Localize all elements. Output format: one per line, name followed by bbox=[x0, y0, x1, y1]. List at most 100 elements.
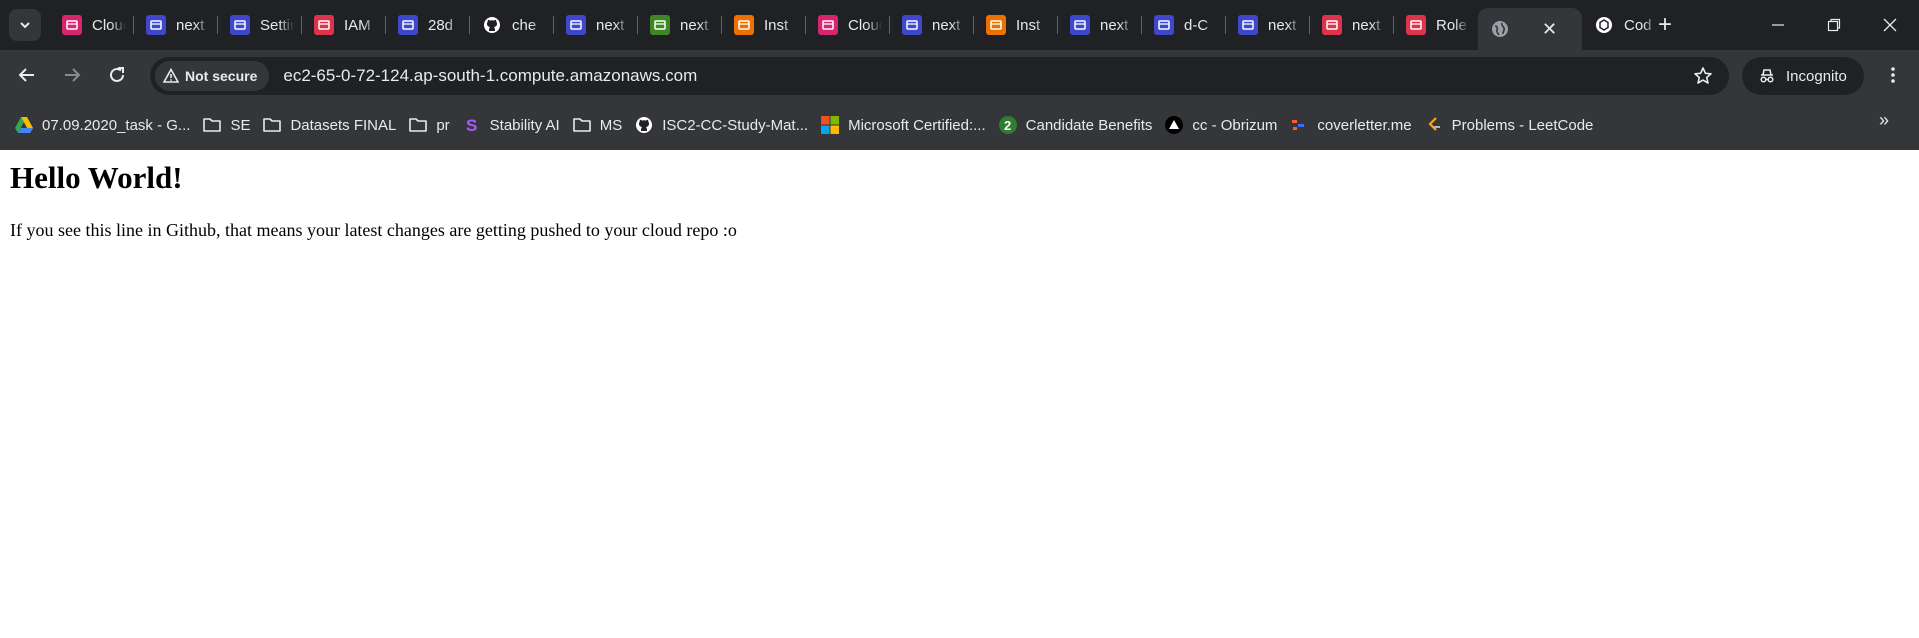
restore-button[interactable] bbox=[1806, 0, 1862, 50]
tab-title: next bbox=[1100, 16, 1129, 34]
close-window-button[interactable] bbox=[1862, 0, 1918, 50]
browser-tab[interactable]: d-C bbox=[1142, 0, 1226, 50]
coverletter-icon bbox=[1289, 115, 1309, 135]
svg-text:S: S bbox=[466, 116, 477, 134]
browser-tab[interactable]: Inst bbox=[722, 0, 806, 50]
bookmark-item[interactable]: SE bbox=[200, 110, 260, 140]
folder-icon bbox=[408, 115, 428, 135]
bookmark-label: 07.09.2020_task - G... bbox=[42, 116, 191, 134]
bookmark-item[interactable]: Problems - LeetCode bbox=[1422, 110, 1604, 140]
close-tab-icon[interactable]: ✕ bbox=[1542, 19, 1557, 40]
address-bar[interactable]: Not secure ec2-65-0-72-124.ap-south-1.co… bbox=[150, 57, 1729, 95]
browser-tab[interactable]: Role bbox=[1394, 0, 1478, 50]
bookmarks-overflow-button[interactable]: » bbox=[1879, 110, 1889, 131]
tab-title: Settings bbox=[260, 16, 294, 34]
github-icon bbox=[482, 15, 502, 35]
bookmark-item[interactable]: 2 Candidate Benefits bbox=[996, 110, 1163, 140]
arrow-left-icon bbox=[18, 68, 34, 82]
browser-tab[interactable]: Inst bbox=[974, 0, 1058, 50]
browser-tab[interactable]: Settings bbox=[218, 0, 302, 50]
incognito-icon bbox=[1760, 69, 1774, 83]
bookmarks-bar: 07.09.2020_task - G... SE Datasets FINAL pr… bbox=[0, 100, 1919, 150]
tab-search-button[interactable] bbox=[9, 9, 41, 41]
bookmark-item[interactable]: 07.09.2020_task - G... bbox=[12, 110, 200, 140]
tab-title: d-C bbox=[1184, 16, 1209, 34]
aws-s3-bucket-icon bbox=[1070, 15, 1090, 35]
aws-iam-icon bbox=[314, 15, 334, 35]
page-viewport: Hello World! If you see this line in Git… bbox=[0, 150, 1919, 638]
forward-button[interactable] bbox=[56, 59, 88, 91]
aws-ec2-icon bbox=[734, 15, 754, 35]
bookmark-label: Candidate Benefits bbox=[1025, 116, 1153, 134]
site-security-chip[interactable]: Not secure bbox=[155, 61, 270, 91]
browser-tab[interactable]: Cloud bbox=[806, 0, 890, 50]
page-heading: Hello World! bbox=[10, 160, 183, 195]
incognito-label: Incognito bbox=[1786, 67, 1847, 85]
browser-tab[interactable]: next bbox=[134, 0, 218, 50]
browser-tab[interactable]: 28d bbox=[386, 0, 470, 50]
back-button[interactable] bbox=[11, 59, 43, 91]
page-body-text: If you see this line in Github, that mea… bbox=[10, 220, 737, 240]
bookmark-item[interactable]: Microsoft Certified:... bbox=[818, 110, 996, 140]
aws-iam-icon bbox=[1322, 15, 1342, 35]
bookmark-item[interactable]: S Stability AI bbox=[460, 110, 570, 140]
bookmark-item[interactable]: coverletter.me bbox=[1287, 110, 1421, 140]
browser-tab[interactable]: next bbox=[554, 0, 638, 50]
browser-tab[interactable]: IAM bbox=[302, 0, 386, 50]
bookmark-item[interactable]: pr bbox=[406, 110, 459, 140]
star-icon bbox=[1694, 67, 1712, 84]
bookmark-label: Microsoft Certified:... bbox=[848, 116, 986, 134]
url-text[interactable]: ec2-65-0-72-124.ap-south-1.compute.amazo… bbox=[283, 66, 697, 86]
bookmark-item[interactable]: cc - Obrizum bbox=[1162, 110, 1287, 140]
bookmark-item[interactable]: ISC2-CC-Study-Mat... bbox=[632, 110, 818, 140]
warning-triangle-icon bbox=[163, 68, 179, 83]
reload-button[interactable] bbox=[101, 59, 133, 91]
tab-title: Inst bbox=[1016, 16, 1041, 34]
restore-icon bbox=[1827, 18, 1841, 32]
browser-tab[interactable]: next bbox=[1226, 0, 1310, 50]
browser-toolbar: Not secure ec2-65-0-72-124.ap-south-1.co… bbox=[0, 50, 1919, 100]
bookmark-label: Problems - LeetCode bbox=[1451, 116, 1594, 134]
tab-title: IAM bbox=[344, 16, 371, 34]
browser-tab[interactable]: next bbox=[890, 0, 974, 50]
bookmark-label: Datasets FINAL bbox=[290, 116, 397, 134]
bookmark-label: cc - Obrizum bbox=[1192, 116, 1278, 134]
browser-tab-active[interactable]: ✕ bbox=[1478, 8, 1582, 50]
bookmark-label: SE bbox=[230, 116, 251, 134]
browser-tab[interactable]: next bbox=[1310, 0, 1394, 50]
tab-list: Cloud next Settings IAM 28d che next next Inst Cl… bbox=[50, 0, 1666, 50]
security-chip-label: Not secure bbox=[185, 68, 258, 84]
aws-cloudshell-icon bbox=[818, 15, 838, 35]
tab-title: next bbox=[1268, 16, 1297, 34]
minimize-button[interactable] bbox=[1750, 0, 1806, 50]
tab-title: che bbox=[512, 16, 537, 34]
folder-icon bbox=[572, 115, 592, 135]
browser-tab[interactable]: che bbox=[470, 0, 554, 50]
bookmark-item[interactable]: MS bbox=[570, 110, 633, 140]
bookmark-item[interactable]: Datasets FINAL bbox=[260, 110, 406, 140]
tab-title: next bbox=[176, 16, 205, 34]
browser-tab[interactable]: Cloud bbox=[50, 0, 134, 50]
bookmark-label: MS bbox=[599, 116, 623, 134]
browser-menu-button[interactable] bbox=[1878, 60, 1908, 90]
leetcode-icon bbox=[1424, 115, 1444, 135]
incognito-indicator[interactable]: Incognito bbox=[1742, 57, 1864, 95]
browser-tab[interactable]: next bbox=[638, 0, 722, 50]
tab-title: next bbox=[932, 16, 961, 34]
chatgpt-icon bbox=[1594, 15, 1614, 35]
aws-s3-bucket-icon bbox=[902, 15, 922, 35]
bookmark-star-button[interactable] bbox=[1693, 66, 1713, 91]
tab-title: Cloud bbox=[848, 16, 882, 34]
candidate-benefits-icon: 2 bbox=[998, 115, 1018, 135]
stability-ai-icon: S bbox=[462, 115, 482, 135]
reload-icon bbox=[110, 67, 124, 82]
browser-tab[interactable]: next bbox=[1058, 0, 1142, 50]
new-tab-button[interactable]: + bbox=[1651, 11, 1679, 39]
aws-service-icon bbox=[566, 15, 586, 35]
bookmark-label: coverletter.me bbox=[1317, 116, 1412, 134]
tab-title: next bbox=[1352, 16, 1381, 34]
github-icon bbox=[634, 115, 654, 135]
aws-service-icon bbox=[1154, 15, 1174, 35]
chevron-down-icon bbox=[20, 22, 30, 29]
bookmark-label: ISC2-CC-Study-Mat... bbox=[662, 116, 809, 134]
